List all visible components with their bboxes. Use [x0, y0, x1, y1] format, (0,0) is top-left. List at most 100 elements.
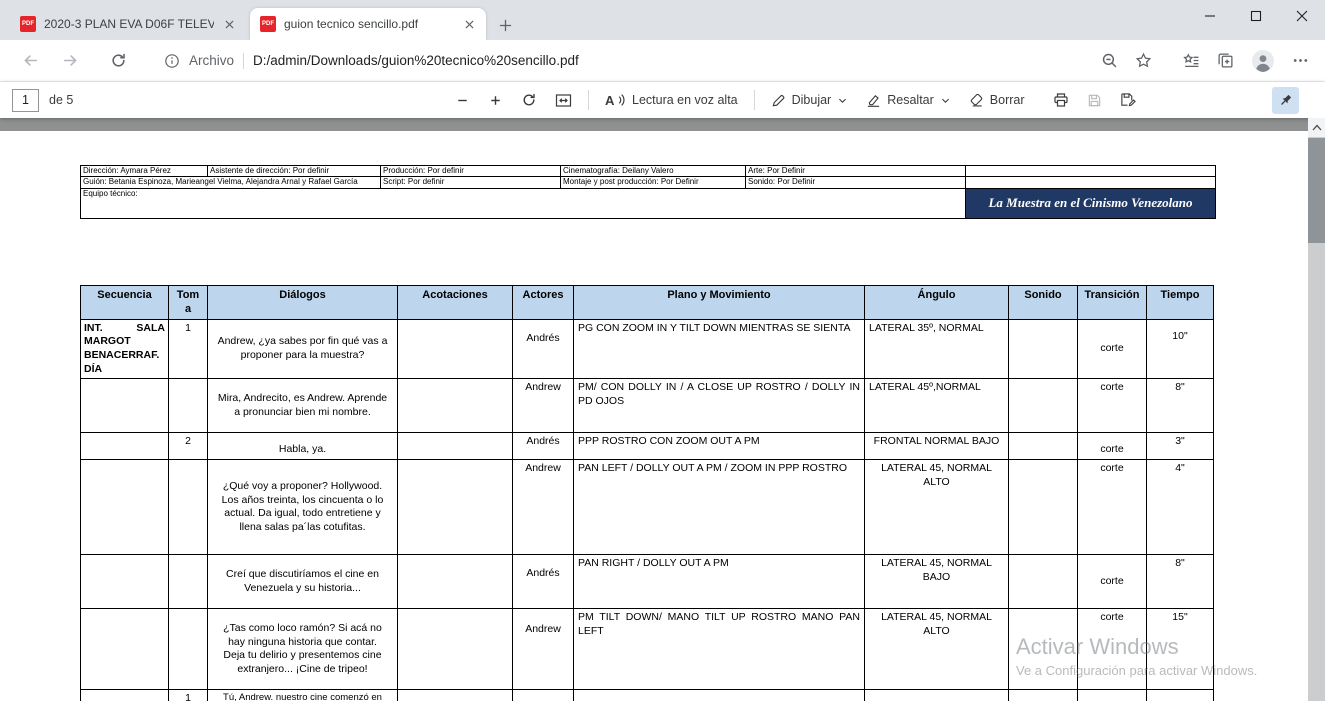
cell-sonido [1008, 554, 1078, 610]
page-count-label: de 5 [49, 93, 74, 107]
collections-icon[interactable] [1217, 52, 1234, 69]
nav-buttons [0, 49, 130, 73]
cell-dialogos: Creí que discutiríamos el cine en Venezu… [207, 554, 398, 610]
url-text: D:/admin/Downloads/guion%20tecnico%20sen… [253, 53, 579, 68]
print-icon [1053, 92, 1069, 108]
cell-arte: Arte: Por Definir [745, 164, 966, 178]
file-info-icon[interactable] [164, 53, 180, 69]
browser-tab-1[interactable]: PDF 2020-3 PLAN EVA D06F TELEVIS [10, 8, 246, 40]
cell-acotaciones [397, 608, 513, 691]
draw-button[interactable]: Dibujar [762, 86, 858, 114]
cell-sonido [1008, 318, 1078, 380]
cell-plano: PM/ CON DOLLY IN / A CLOSE UP ROSTRO / D… [573, 378, 865, 434]
script-row: 2 Habla, ya. Andrés PPP ROSTRO CON ZOOM … [80, 432, 1214, 461]
cell-transicion: corte [1077, 459, 1147, 556]
tab-close-icon[interactable] [220, 15, 238, 33]
zoom-out-button[interactable] [446, 86, 479, 114]
cell-toma [168, 608, 208, 691]
tab-close-icon[interactable] [460, 15, 478, 33]
maximize-button[interactable] [1233, 0, 1279, 32]
close-button[interactable] [1279, 0, 1325, 32]
cell-tiempo: 25" [1146, 689, 1214, 701]
cell-equipo-tecnico: Equipo técnico: [80, 187, 966, 219]
menu-ellipsis-icon[interactable] [1292, 52, 1309, 69]
profile-avatar[interactable] [1251, 49, 1275, 73]
forward-icon[interactable] [58, 49, 82, 73]
erase-label: Borrar [989, 93, 1025, 107]
cell-empty [965, 164, 1216, 178]
cell-dialogos: Andrew, ¿ya sabes por fin qué vas a prop… [207, 318, 398, 380]
rotate-button[interactable] [512, 86, 546, 114]
cell-tiempo: 3" [1146, 432, 1214, 461]
technical-script-table: Secuencia Toma Diálogos Acotaciones Acto… [80, 285, 1214, 701]
print-button[interactable] [1044, 86, 1078, 114]
col-header-sonido: Sonido [1008, 285, 1078, 320]
cell-transicion: corte [1077, 318, 1147, 380]
script-row: ¿Tas como loco ramón? Si acá no hay ning… [80, 608, 1214, 691]
zoom-in-button[interactable] [479, 86, 512, 114]
page-navigation: de 5 [12, 82, 73, 118]
col-header-toma: Toma [168, 285, 208, 320]
cell-secuencia [80, 432, 169, 461]
read-aloud-icon: A [605, 92, 626, 108]
col-header-plano: Plano y Movimiento [573, 285, 865, 320]
script-row: 1 Tú, Andrew. nuestro cine comenzó en 18… [80, 689, 1214, 701]
cell-tiempo: 8" [1146, 378, 1214, 434]
cell-dialogos: Tú, Andrew. nuestro cine comenzó en 1896… [207, 689, 398, 701]
cell-plano: PAN LEFT / DOLLY OUT A PM / ZOOM IN PPP … [573, 459, 865, 556]
cell-transicion: corte [1077, 689, 1147, 701]
save-button[interactable] [1078, 86, 1111, 114]
save-as-icon [1120, 92, 1136, 108]
cell-direccion: Dirección: Aymara Pérez [80, 164, 208, 178]
new-tab-button[interactable] [492, 12, 518, 38]
vertical-scrollbar[interactable] [1308, 118, 1325, 701]
cell-transicion: corte [1077, 432, 1147, 461]
pdf-file-icon: PDF [260, 16, 276, 32]
back-icon[interactable] [18, 49, 42, 73]
fit-to-page-button[interactable] [546, 86, 581, 114]
cell-produccion: Producción: Por definir [380, 164, 561, 178]
col-header-secuencia: Secuencia [80, 285, 169, 320]
pen-icon [771, 93, 786, 108]
film-title-banner: La Muestra en el Cinismo Venezolano [966, 189, 1215, 218]
cell-toma: 2 [168, 432, 208, 461]
scrollbar-thumb[interactable] [1308, 138, 1325, 243]
svg-text:A: A [605, 93, 615, 108]
save-icon [1087, 93, 1102, 108]
save-as-button[interactable] [1111, 86, 1145, 114]
toolbar-separator [753, 90, 755, 110]
cell-actores: Andrew [512, 608, 574, 691]
refresh-icon[interactable] [106, 49, 130, 73]
cell-empty [965, 176, 1216, 189]
cell-transicion: corte [1077, 554, 1147, 610]
favorite-star-icon[interactable] [1135, 52, 1152, 69]
cell-acotaciones [397, 378, 513, 434]
address-bar: Archivo D:/admin/Downloads/guion%20tecni… [0, 40, 1325, 82]
cell-sonido [1008, 459, 1078, 556]
minimize-button[interactable] [1187, 0, 1233, 32]
page-number-input[interactable] [12, 88, 39, 112]
scroll-up-icon[interactable] [1308, 118, 1325, 137]
cell-secuencia [80, 608, 169, 691]
cell-angulo: LATERAL 45º,NORMAL [864, 378, 1009, 434]
highlight-button[interactable]: Resaltar [857, 86, 960, 114]
zoom-icon[interactable] [1101, 52, 1118, 69]
erase-button[interactable]: Borrar [960, 86, 1034, 114]
pin-toolbar-button[interactable] [1272, 87, 1299, 114]
draw-label: Dibujar [791, 93, 832, 107]
cell-transicion: corte [1077, 608, 1147, 691]
titlebar: PDF 2020-3 PLAN EVA D06F TELEVIS PDF gui… [0, 0, 1325, 40]
cell-plano: PAN RIGHT / DOLLY OUT A PM [573, 554, 865, 610]
read-aloud-button[interactable]: A Lectura en voz alta [596, 86, 747, 114]
browser-tab-2-active[interactable]: PDF guion tecnico sencillo.pdf [250, 8, 486, 40]
cell-angulo: LATERAL 45, NORMAL BAJO [864, 554, 1009, 610]
cell-actores: Andrew [512, 378, 574, 434]
favorites-bar-icon[interactable] [1183, 52, 1200, 69]
url-box[interactable]: Archivo D:/admin/Downloads/guion%20tecni… [164, 52, 579, 69]
cell-cinematografia: Cinematografía: Deilany Valero [560, 164, 746, 178]
cell-toma [168, 378, 208, 434]
cell-secuencia [80, 459, 169, 556]
window-controls [1187, 0, 1325, 32]
highlighter-icon [866, 93, 881, 108]
cell-sonido [1008, 378, 1078, 434]
